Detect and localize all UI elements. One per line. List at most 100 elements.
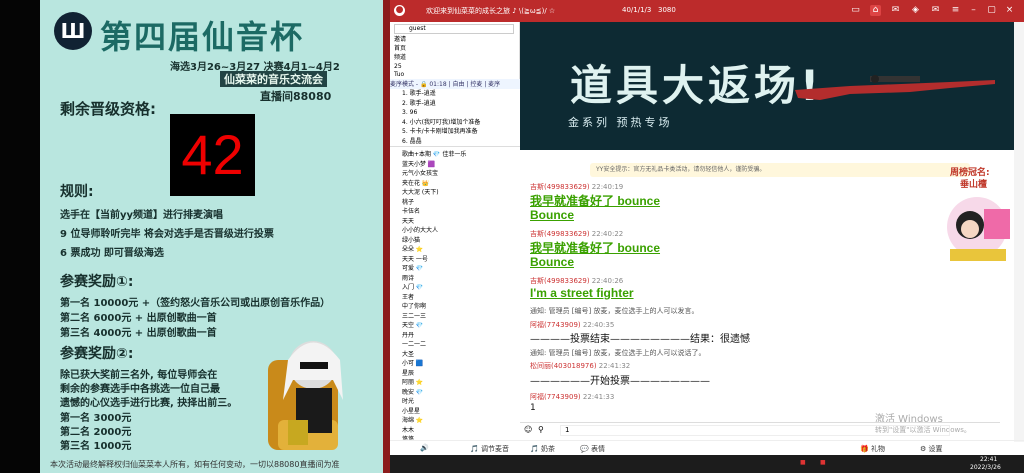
promo-banner[interactable]: 道具大返场! 金系列 预热专场 — [520, 22, 1015, 150]
taskbar-app-icon[interactable]: ■ — [820, 459, 826, 466]
rank-avatar-illustration — [947, 197, 1010, 261]
chat-input[interactable]: 1 — [560, 425, 950, 436]
user-list-item[interactable]: 天空 💎 — [390, 321, 520, 331]
system-message: 通知: 管理员 [编号] 放麦，麦位选手上的人可以说话了。 — [530, 349, 706, 357]
email-icon[interactable]: ✉ — [930, 5, 941, 16]
clock-time: 22:41 — [980, 456, 998, 463]
taskbar-app-icon[interactable]: ■ — [800, 459, 806, 466]
user-list-item[interactable]: 丹丹 — [390, 331, 520, 341]
toolbar-item[interactable]: 💬 表情 — [580, 444, 605, 454]
search-icon[interactable]: ⚲ — [538, 425, 544, 434]
rules-title: 规则: — [60, 184, 94, 200]
prize-line: 第一名 10000元 +（签约怒火音乐公司或出原创音乐作品） — [60, 298, 331, 309]
chat-user[interactable]: 阿福(7743909) 22:40:35 — [530, 320, 614, 330]
emoji-icon[interactable]: ☺ — [524, 425, 532, 434]
user-list-item[interactable]: 蓝天小梦 🟪 — [390, 160, 520, 170]
user-list-item[interactable]: 海绵 ⭐ — [390, 416, 520, 426]
user-list-item[interactable]: 天天 — [390, 217, 520, 227]
chat-message: 1 — [530, 403, 536, 413]
chat-user[interactable]: 吉斯(499833629) 22:40:22 — [530, 229, 623, 239]
chat-user[interactable]: 吉斯(499833629) 22:40:26 — [530, 276, 623, 286]
qualify-label: 剩余晋级资格: — [60, 100, 156, 118]
clock-date: 2022/3/26 — [970, 464, 1001, 471]
vote-start-message: ——————开始投票———————— — [530, 376, 710, 387]
banner-subtitle: 金系列 预热专场 — [568, 116, 673, 129]
weekly-rank-card[interactable]: 周榜冠名: 垂山檀 — [940, 165, 1018, 265]
channel-avatar-icon[interactable]: ● — [394, 5, 405, 16]
queue-item[interactable]: 6. 晶晶 — [390, 137, 520, 147]
channel-item[interactable]: 频道 — [394, 53, 406, 62]
user-list-item[interactable]: 卡伍名 — [390, 207, 520, 217]
user-list-item[interactable]: 大大泥 (天下) — [390, 188, 520, 198]
chat-user[interactable]: 阿福(7743909) 22:41:33 — [530, 392, 614, 402]
user-list-item[interactable]: 小小的大大人 — [390, 226, 520, 236]
channel-item[interactable]: 邀请 — [394, 35, 406, 44]
user-list-item[interactable]: 歌曲+本期 💎 佳菲一乐 — [390, 150, 520, 160]
user-list-item[interactable]: 可爱 💎 — [390, 264, 520, 274]
prize2-row: 第二名 2000元 — [60, 427, 132, 438]
safety-notice: YY安全提示：官方无礼品卡类活动，请勿轻信他人，谨防受骗。 — [590, 163, 970, 177]
queue-item[interactable]: 5. 卡卡/卡卡刚增加我再准备 — [390, 127, 520, 137]
user-list-item[interactable]: 夹在花 👑 — [390, 179, 520, 189]
minimize-icon[interactable]: – — [968, 5, 979, 16]
prize-line: 第二名 6000元 + 出原创歌曲一首 — [60, 313, 217, 324]
poster-logo: Ш — [54, 12, 92, 50]
home-icon[interactable]: ⌂ — [870, 5, 881, 16]
user-list-item[interactable]: 阿丽 ⭐ — [390, 378, 520, 388]
queue-item[interactable]: 4. 小六(我叮叮我)增加个准备 — [390, 118, 520, 128]
gift-icon[interactable]: ✉ — [890, 5, 901, 16]
poster-room: 直播间88080 — [260, 90, 332, 103]
channel-id: 40/1/1/3 — [622, 6, 652, 14]
channel-item[interactable]: 首页 — [394, 44, 406, 53]
app-side-strip — [383, 0, 390, 473]
user-list-item[interactable]: 小可 🟦 — [390, 359, 520, 369]
maximize-icon[interactable]: ▢ — [986, 5, 997, 16]
user-list-item[interactable]: 一二一二 — [390, 340, 520, 350]
chat-user[interactable]: 松间丽(403018976) 22:41:32 — [530, 361, 630, 371]
user-list-item[interactable]: 时光 — [390, 397, 520, 407]
user-list-item[interactable]: 中了你啊 — [390, 302, 520, 312]
user-list-item[interactable]: 雨诗 — [390, 274, 520, 284]
skin-icon[interactable]: ≡ — [950, 5, 961, 16]
chat-message: 我早就准备好了 bounce — [530, 241, 661, 255]
user-list-item[interactable]: 绿小猫 — [390, 236, 520, 246]
rule-line: 9 位导师聆听完毕 将会对选手是否晋级进行投票 — [60, 229, 274, 240]
event-poster: Ш 第四届仙音杯 海选3月26~3月27 决赛4月1~4月2 仙菜菜的音乐交流会… — [40, 0, 383, 473]
toolbar-item[interactable]: ⚙ 设置 — [920, 444, 943, 454]
prize2-row: 第三名 1000元 — [60, 441, 132, 452]
volume-icon[interactable]: 🔊 — [420, 444, 429, 452]
mic-mode-bar[interactable]: 麦序模式 - 🔒 01:18 | 自由 | 控麦 | 麦序 — [390, 79, 520, 89]
screen-icon[interactable]: ▭ — [850, 5, 861, 16]
chat-scrollbar[interactable] — [1014, 22, 1024, 442]
close-icon[interactable]: × — [1004, 5, 1015, 16]
rule-line: 选手在【当前yy频道】进行排麦演唱 — [60, 210, 224, 221]
queue-item[interactable]: 1. 歌手-逍遥 — [390, 89, 520, 99]
user-list-item[interactable]: 天天 一号 — [390, 255, 520, 265]
user-list-item[interactable]: 三二一三 — [390, 312, 520, 322]
prize2-title: 参赛奖励②: — [60, 346, 134, 362]
user-list-item[interactable]: 晚安 💎 — [390, 388, 520, 398]
search-input[interactable]: guest — [394, 24, 514, 34]
user-list-item[interactable]: 小星星 — [390, 407, 520, 417]
system-message: 通知: 管理员 [编号] 放麦，麦位选手上的人可以发言。 — [530, 307, 699, 315]
chat-message: 我早就准备好了 bounce — [530, 194, 661, 208]
user-list-item[interactable]: 入门 💎 — [390, 283, 520, 293]
user-list-item[interactable]: 王者 — [390, 293, 520, 303]
queue-item[interactable]: 3. 96 — [390, 108, 520, 118]
toolbar-item[interactable]: 🎵 奶茶 — [530, 444, 555, 454]
user-list-item[interactable]: 星辰 — [390, 369, 520, 379]
bottom-toolbar: 🔊 🎵 调节麦音 🎵 奶茶 💬 表情 🎁 礼物 ⚙ 设置 — [390, 440, 1024, 455]
channel-title: 欢迎来到仙菜菜的成长之旅 ♪ \(≧ω≦)/ ☆ — [426, 7, 556, 15]
toolbar-item[interactable]: 🎵 调节麦音 — [470, 444, 509, 454]
channel-item[interactable]: Tuo — [394, 70, 404, 79]
poster-club: 仙菜菜的音乐交流会 — [220, 71, 327, 87]
user-list-item[interactable]: 朵朵 ⭐ — [390, 245, 520, 255]
toolbar-item[interactable]: 🎁 礼物 — [860, 444, 885, 454]
game-icon[interactable]: ◈ — [910, 5, 921, 16]
user-list-item[interactable]: 元气小女孩宝 — [390, 169, 520, 179]
user-list-item[interactable]: 大圣 — [390, 350, 520, 360]
user-list-item[interactable]: 木木 — [390, 426, 520, 436]
queue-item[interactable]: 2. 歌手-逍逍 — [390, 99, 520, 109]
user-list-item[interactable]: 桃子 — [390, 198, 520, 208]
chat-user[interactable]: 吉斯(499833629) 22:40:19 — [530, 182, 623, 192]
